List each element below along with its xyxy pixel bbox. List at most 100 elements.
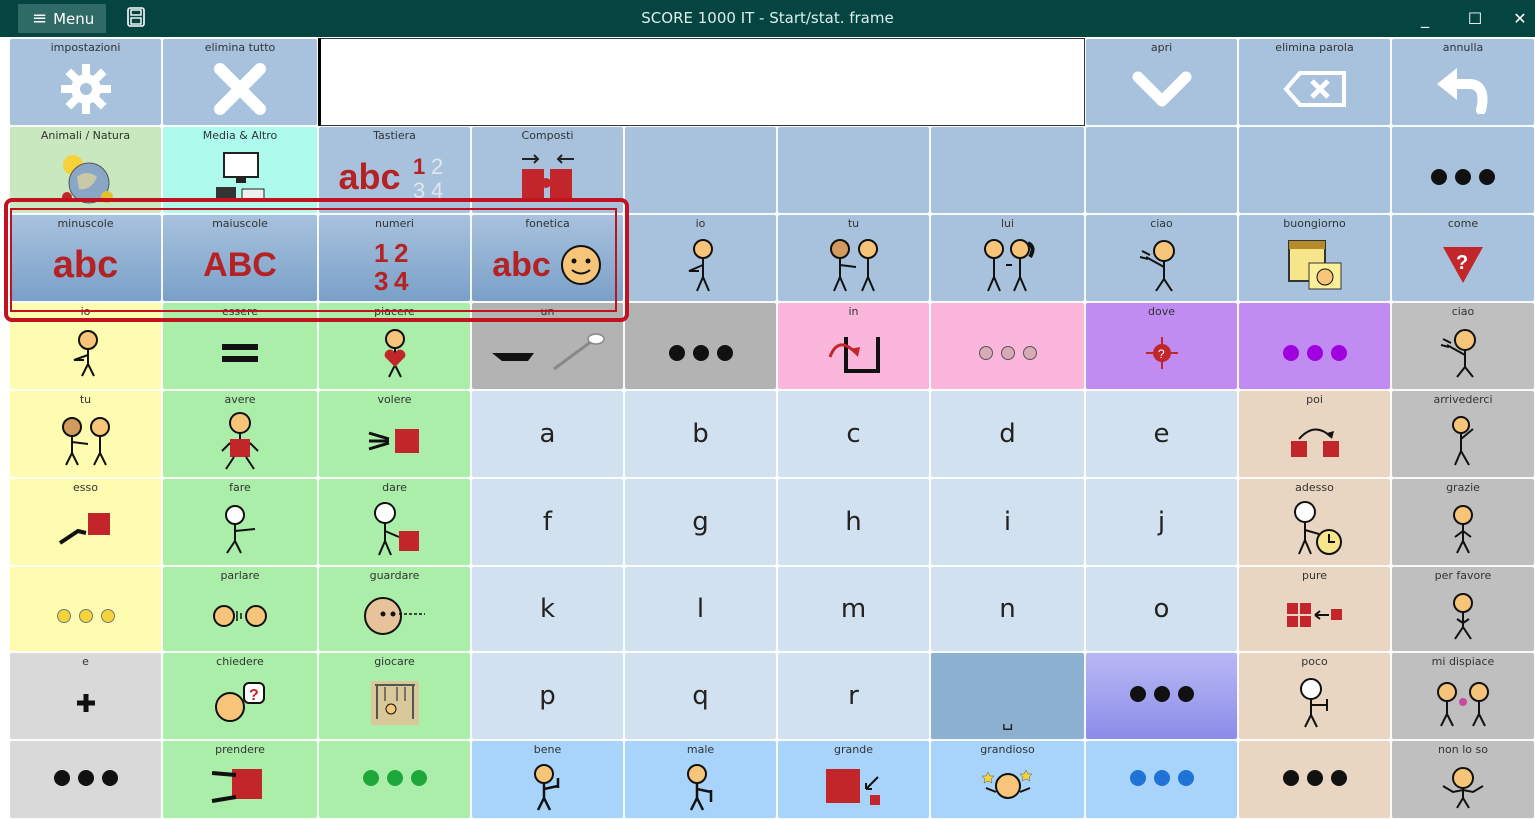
maximize-button[interactable]: ☐ <box>1455 0 1495 37</box>
animals-nature-category[interactable]: Animali / Natura <box>9 126 162 214</box>
empty-cell <box>1085 126 1238 214</box>
key-f[interactable]: f <box>471 478 624 566</box>
word-esso[interactable]: esso <box>9 478 162 566</box>
key-p[interactable]: p <box>471 652 624 740</box>
tu-quick-button[interactable]: tu <box>777 214 930 302</box>
media-other-category[interactable]: Media & Altro <box>162 126 318 214</box>
key-space[interactable]: ␣ <box>930 652 1085 740</box>
word-bene[interactable]: bene <box>471 740 624 819</box>
ciao-quick-button[interactable]: ciao <box>1085 214 1238 302</box>
svg-text:4: 4 <box>431 178 443 202</box>
key-l[interactable]: l <box>624 566 777 652</box>
phonetic-mode-button[interactable]: fonetica abc <box>471 214 624 302</box>
key-d[interactable]: d <box>930 390 1085 478</box>
more-un-button[interactable] <box>624 302 777 390</box>
delete-word-button[interactable]: elimina parola <box>1238 38 1391 126</box>
key-c[interactable]: c <box>777 390 930 478</box>
key-i[interactable]: i <box>930 478 1085 566</box>
abc-phonetic-glyph: abc <box>492 245 551 284</box>
chevron-down-icon <box>1132 71 1191 107</box>
word-per-favore[interactable]: per favore <box>1391 566 1535 652</box>
close-button[interactable]: ✕ <box>1500 0 1535 37</box>
word-mi-dispiace[interactable]: mi dispiace <box>1391 652 1535 740</box>
word-tu[interactable]: tu <box>9 390 162 478</box>
word-male[interactable]: male <box>624 740 777 819</box>
uppercase-mode-button[interactable]: maiuscole ABC <box>162 214 318 302</box>
key-q[interactable]: q <box>624 652 777 740</box>
word-parlare[interactable]: parlare <box>162 566 318 652</box>
word-volere[interactable]: volere <box>318 390 471 478</box>
more-button[interactable] <box>1391 126 1535 214</box>
svg-text:3: 3 <box>374 266 388 294</box>
key-g[interactable]: g <box>624 478 777 566</box>
word-guardare[interactable]: guardare <box>318 566 471 652</box>
word-ciao[interactable]: ciao <box>1391 302 1535 390</box>
menu-button[interactable]: ≡ Menu <box>18 4 106 33</box>
word-e[interactable]: e <box>9 652 162 740</box>
word-giocare[interactable]: giocare <box>318 652 471 740</box>
key-h[interactable]: h <box>777 478 930 566</box>
more-grey-button[interactable] <box>9 740 162 819</box>
more-dove-button[interactable] <box>1238 302 1391 390</box>
key-n[interactable]: n <box>930 566 1085 652</box>
more-green-button[interactable] <box>318 740 471 819</box>
buongiorno-quick-button[interactable]: buongiorno <box>1238 214 1391 302</box>
key-m[interactable]: m <box>777 566 930 652</box>
key-k[interactable]: k <box>471 566 624 652</box>
more-in-button[interactable] <box>930 302 1085 390</box>
word-grazie[interactable]: grazie <box>1391 478 1535 566</box>
word-in[interactable]: in <box>777 302 930 390</box>
word-non-lo-so[interactable]: non lo so <box>1391 740 1535 819</box>
more-yellow-button[interactable] <box>9 566 162 652</box>
key-o[interactable]: o <box>1085 566 1238 652</box>
compounds-category[interactable]: Composti <box>471 126 624 214</box>
word-io[interactable]: io <box>9 302 162 390</box>
word-pure[interactable]: pure <box>1238 566 1391 652</box>
globe-sun-icon <box>61 155 113 204</box>
word-grandioso[interactable]: grandioso <box>930 740 1085 819</box>
word-piacere[interactable]: piacere <box>318 302 471 390</box>
more-tan-button[interactable] <box>1238 740 1391 819</box>
keyboard-category[interactable]: Tastiera abc 1 2 3 4 <box>318 126 471 214</box>
asking-icon: ? <box>215 682 265 722</box>
word-grande[interactable]: grande <box>777 740 930 819</box>
word-avere[interactable]: avere <box>162 390 318 478</box>
word-chiedere[interactable]: chiedere ? <box>162 652 318 740</box>
word-arrivederci[interactable]: arrivederci <box>1391 390 1535 478</box>
key-j[interactable]: j <box>1085 478 1238 566</box>
backspace-icon <box>1282 71 1346 107</box>
key-b[interactable]: b <box>624 390 777 478</box>
word-dove[interactable]: dove ? <box>1085 302 1238 390</box>
key-r[interactable]: r <box>777 652 930 740</box>
word-fare[interactable]: fare <box>162 478 318 566</box>
word-dare[interactable]: dare <box>318 478 471 566</box>
lui-quick-button[interactable]: lui <box>930 214 1085 302</box>
word-poco[interactable]: poco <box>1238 652 1391 740</box>
reaching-hand-icon <box>368 429 419 453</box>
numbers-mode-button[interactable]: numeri 1234 <box>318 214 471 302</box>
save-icon[interactable] <box>127 7 145 27</box>
person-clock-icon <box>1293 501 1342 555</box>
message-input[interactable] <box>318 38 1085 126</box>
puzzle-icon <box>521 154 574 199</box>
word-un[interactable]: un <box>471 302 624 390</box>
undo-button[interactable]: annulla <box>1391 38 1535 126</box>
word-prendere[interactable]: prendere <box>162 740 318 819</box>
word-adesso[interactable]: adesso <box>1238 478 1391 566</box>
minimize-button[interactable]: _ <box>1405 0 1445 37</box>
person-holding-icon <box>221 412 259 470</box>
more-blue-button[interactable] <box>1085 740 1238 819</box>
empty-cell <box>624 126 777 214</box>
come-quick-button[interactable]: come ? <box>1391 214 1535 302</box>
clear-all-button[interactable]: elimina tutto <box>162 38 318 126</box>
key-e[interactable]: e <box>1085 390 1238 478</box>
more-keys-button[interactable] <box>1085 652 1238 740</box>
word-poi[interactable]: poi <box>1238 390 1391 478</box>
key-a[interactable]: a <box>471 390 624 478</box>
word-essere[interactable]: essere <box>162 302 318 390</box>
empty-cell <box>777 126 930 214</box>
lowercase-mode-button[interactable]: minuscole abc <box>9 214 162 302</box>
open-button[interactable]: apri <box>1085 38 1238 126</box>
settings-button[interactable]: impostazioni <box>9 38 162 126</box>
io-quick-button[interactable]: io <box>624 214 777 302</box>
